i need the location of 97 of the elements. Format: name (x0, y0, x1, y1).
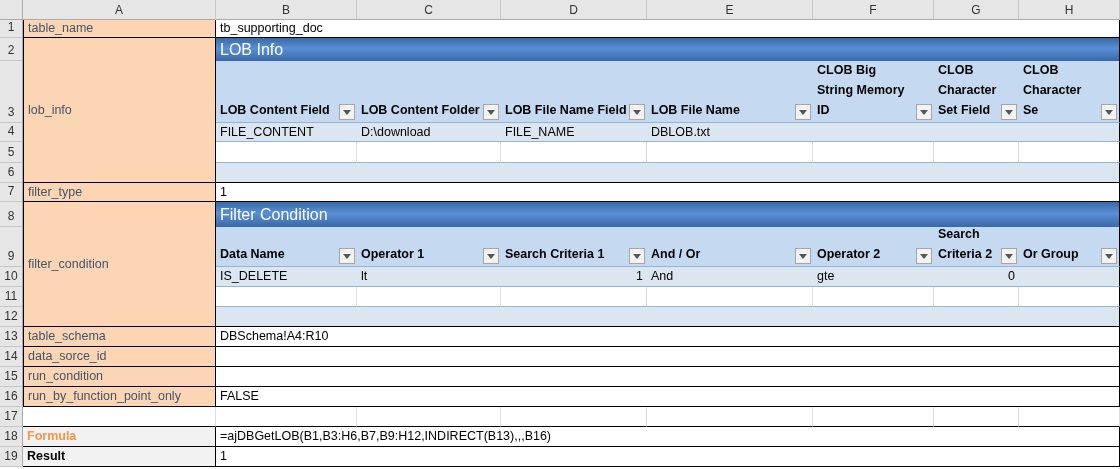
field-value[interactable] (216, 367, 1120, 387)
row-number[interactable]: 16 (0, 387, 23, 407)
row-number[interactable]: 4 (0, 123, 23, 142)
row-number[interactable]: 13 (0, 327, 23, 347)
row-number[interactable]: 2 (0, 38, 23, 61)
caret-icon (1105, 109, 1113, 115)
caret-icon (487, 109, 495, 115)
table-cell: IS_DELETE (216, 267, 357, 287)
column-header: CLOB Big String Memory ID (817, 62, 906, 119)
column-heading[interactable]: A (23, 0, 216, 20)
filter-dropdown-button[interactable] (483, 248, 499, 264)
field-value[interactable]: DBSchema!A4:R10 (216, 327, 1120, 347)
filter-dropdown-button[interactable] (1101, 248, 1117, 264)
result-value[interactable]: 1 (216, 447, 1120, 467)
row-number[interactable]: 12 (0, 307, 23, 327)
row-number[interactable]: 15 (0, 367, 23, 387)
caret-icon (920, 109, 928, 115)
filter-dropdown-button[interactable] (339, 104, 355, 120)
filter-dropdown-button[interactable] (1001, 248, 1017, 264)
caret-icon (343, 109, 351, 115)
column-heading[interactable]: D (501, 0, 647, 20)
formula-value[interactable]: =ajDBGetLOB(B1,B3:H6,B7,B9:H12,INDIRECT(B13),,,B16) (216, 427, 1120, 447)
field-value[interactable]: FALSE (216, 387, 1120, 407)
caret-icon (1105, 253, 1113, 259)
table-cell: D:\download (357, 123, 501, 142)
column-header: Data Name (220, 246, 286, 263)
field-label: table_schema (23, 327, 216, 347)
column-header: Operator 2 (817, 246, 882, 263)
column-header: CLOB Character Set Field (938, 62, 998, 119)
caret-icon (487, 253, 495, 259)
caret-icon (1005, 109, 1013, 115)
table-cell: FILE_NAME (501, 123, 647, 142)
table-cell: 0 (934, 267, 1019, 287)
caret-icon (1005, 253, 1013, 259)
column-heading[interactable]: C (357, 0, 501, 20)
column-header: LOB File Name (651, 102, 741, 119)
row-number[interactable]: 14 (0, 347, 23, 367)
column-header: Search Criteria 1 (505, 246, 606, 263)
filter-dropdown-button[interactable] (629, 104, 645, 120)
row-number[interactable]: 3 (0, 61, 23, 123)
column-heading[interactable]: E (647, 0, 813, 20)
table-title: Filter Condition (216, 202, 1120, 227)
column-header: And / Or (651, 246, 702, 263)
row-number[interactable]: 19 (0, 447, 23, 467)
column-header: LOB File Name Field (505, 102, 627, 119)
filter-dropdown-button[interactable] (339, 248, 355, 264)
table-cell: And (647, 267, 813, 287)
table-cell: lt (357, 267, 501, 287)
column-header: Search Criteria 2 (938, 226, 994, 263)
result-label: Result (23, 447, 216, 467)
table-title: LOB Info (216, 38, 1120, 61)
row-number[interactable]: 17 (0, 407, 23, 427)
table-cell: gte (813, 267, 934, 287)
column-header: Operator 1 (361, 246, 426, 263)
field-label: run_condition (23, 367, 216, 387)
table-cell: FILE_CONTENT (216, 123, 357, 142)
formula-label: Formula (23, 427, 216, 447)
table-cell: DBLOB.txt (647, 123, 813, 142)
caret-icon (799, 109, 807, 115)
field-label: run_by_function_point_only (23, 387, 216, 407)
filter-dropdown-button[interactable] (483, 104, 499, 120)
column-heading[interactable]: H (1019, 0, 1120, 20)
row-number[interactable]: 8 (0, 202, 23, 227)
row-number[interactable]: 9 (0, 227, 23, 267)
field-label: filter_type (23, 183, 216, 202)
field-label: table_name (23, 20, 216, 38)
row-number[interactable]: 5 (0, 142, 23, 163)
table-cell: 1 (501, 267, 647, 287)
filter-dropdown-button[interactable] (629, 248, 645, 264)
caret-icon (633, 109, 641, 115)
row-number[interactable]: 11 (0, 287, 23, 307)
filter-dropdown-button[interactable] (795, 104, 811, 120)
filter-dropdown-button[interactable] (795, 248, 811, 264)
filter-dropdown-button[interactable] (1001, 104, 1017, 120)
filter-dropdown-button[interactable] (1101, 104, 1117, 120)
row-number[interactable]: 10 (0, 267, 23, 287)
row-number[interactable]: 18 (0, 427, 23, 447)
caret-icon (799, 253, 807, 259)
field-label: filter_condition (23, 202, 216, 327)
column-header: Or Group (1023, 246, 1080, 263)
column-heading[interactable]: B (216, 0, 357, 20)
caret-icon (920, 253, 928, 259)
column-header: LOB Content Field (220, 102, 331, 119)
column-heading[interactable]: F (813, 0, 934, 20)
column-header: LOB Content Folder (361, 102, 481, 119)
row-number[interactable]: 6 (0, 163, 23, 183)
filter-dropdown-button[interactable] (916, 104, 932, 120)
row-number[interactable]: 7 (0, 183, 23, 202)
filter-dropdown-button[interactable] (916, 248, 932, 264)
field-value[interactable] (216, 347, 1120, 367)
column-header: CLOB Character Se (1023, 62, 1083, 119)
field-label: data_sorce_id (23, 347, 216, 367)
row-number[interactable]: 1 (0, 20, 23, 38)
caret-icon (633, 253, 641, 259)
field-label: lob_info (23, 38, 216, 183)
column-heading[interactable]: G (934, 0, 1019, 20)
caret-icon (343, 253, 351, 259)
